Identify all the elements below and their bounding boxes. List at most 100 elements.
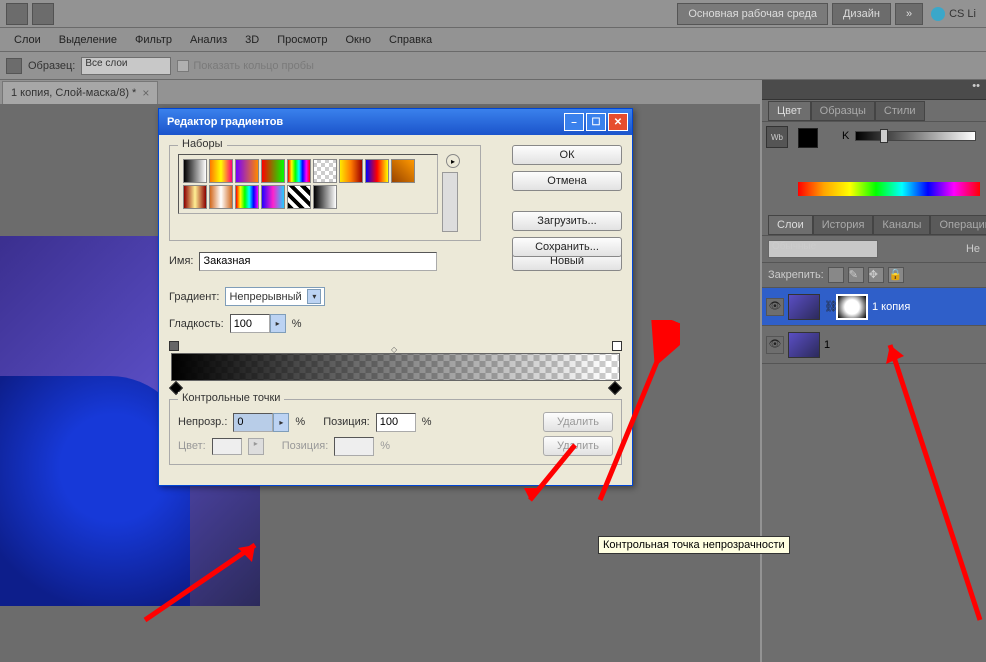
workspace-essentials-button[interactable]: Основная рабочая среда (677, 3, 828, 25)
blend-mode-select[interactable]: Обычные (768, 240, 878, 258)
save-button[interactable]: Сохранить... (512, 237, 622, 257)
lock-position-button[interactable]: ✎ (848, 267, 864, 283)
minimize-button[interactable]: – (564, 113, 584, 131)
opacity-field[interactable] (233, 413, 273, 432)
opacity-input[interactable]: ▸ (233, 413, 289, 432)
preset-swatch[interactable] (235, 185, 259, 209)
workspace-more-button[interactable]: » (895, 3, 923, 25)
eyedropper-icon (6, 58, 22, 74)
preset-swatch[interactable] (235, 159, 259, 183)
selection-tool-icon[interactable] (32, 3, 54, 25)
smoothness-label: Гладкость: (169, 318, 224, 330)
preset-swatch[interactable] (183, 159, 207, 183)
show-ring-checkbox[interactable]: Показать кольцо пробы (177, 60, 314, 72)
layer-row[interactable]: 👁 1 (762, 326, 986, 364)
visibility-toggle[interactable]: 👁 (766, 336, 784, 354)
preset-swatch[interactable] (391, 159, 415, 183)
preset-swatch[interactable] (287, 159, 311, 183)
cancel-button[interactable]: Отмена (512, 171, 622, 191)
pct-label: % (422, 416, 432, 428)
sample-select[interactable]: Все слои (81, 57, 171, 75)
tool-icon[interactable] (6, 3, 28, 25)
tab-history[interactable]: История (813, 215, 874, 235)
wb-collapsed-icon[interactable]: Wb (766, 126, 788, 148)
preset-swatch[interactable] (287, 185, 311, 209)
chevron-right-icon[interactable]: ▸ (273, 413, 289, 432)
tab-layers[interactable]: Слои (768, 215, 813, 235)
midpoint-icon[interactable]: ◇ (391, 345, 397, 354)
color-well (212, 438, 242, 455)
smoothness-field[interactable] (230, 314, 270, 333)
position2-label: Позиция: (282, 440, 329, 452)
menu-window[interactable]: Окно (337, 31, 379, 49)
presets-legend: Наборы (178, 138, 227, 150)
k-slider[interactable] (855, 131, 976, 141)
preset-swatch[interactable] (365, 159, 389, 183)
position-input[interactable] (376, 413, 416, 432)
tab-channels[interactable]: Каналы (873, 215, 930, 235)
menu-3d[interactable]: 3D (237, 31, 267, 49)
close-icon[interactable]: × (142, 86, 149, 100)
tab-color[interactable]: Цвет (768, 101, 811, 121)
layer-thumbnail[interactable] (788, 332, 820, 358)
lock-all-button[interactable]: 🔒 (888, 267, 904, 283)
tab-swatches[interactable]: Образцы (811, 101, 875, 121)
preset-swatch[interactable] (313, 159, 337, 183)
tab-actions[interactable]: Операции (930, 215, 986, 235)
layer-thumbnail[interactable] (788, 294, 820, 320)
slider-thumb-icon[interactable] (880, 129, 888, 143)
lock-move-button[interactable]: ✥ (868, 267, 884, 283)
visibility-toggle[interactable]: 👁 (766, 298, 784, 316)
layer-row[interactable]: 👁 ⛓ 1 копия (762, 288, 986, 326)
delete-opacity-stop-button[interactable]: Удалить (543, 412, 613, 432)
preset-menu-button[interactable]: ▸ (446, 154, 460, 168)
lock-pixels-button[interactable] (828, 267, 844, 283)
smoothness-input[interactable]: ▸ (230, 314, 286, 333)
chevron-right-icon[interactable]: ▸ (270, 314, 286, 333)
menu-view[interactable]: Просмотр (269, 31, 335, 49)
mask-thumbnail[interactable] (836, 294, 868, 320)
cs-live-icon (931, 7, 945, 21)
cs-live-button[interactable]: CS Li (927, 3, 980, 25)
menu-help[interactable]: Справка (381, 31, 440, 49)
menu-layers[interactable]: Слои (6, 31, 49, 49)
menu-analysis[interactable]: Анализ (182, 31, 235, 49)
gradient-editor-dialog: Редактор градиентов – ☐ ✕ ОК Отмена Загр… (158, 108, 633, 486)
preset-swatch[interactable] (339, 159, 363, 183)
gradient-strip[interactable]: ◇ (171, 353, 620, 381)
k-label: K (842, 130, 849, 142)
dialog-titlebar[interactable]: Редактор градиентов – ☐ ✕ (159, 109, 632, 135)
close-button[interactable]: ✕ (608, 113, 628, 131)
workspace-design-button[interactable]: Дизайн (832, 3, 891, 25)
preset-swatch[interactable] (183, 185, 207, 209)
panel-collapse-bar[interactable]: •• (762, 80, 986, 100)
preset-swatch[interactable] (209, 159, 233, 183)
preset-swatch[interactable] (209, 185, 233, 209)
menu-filter[interactable]: Фильтр (127, 31, 180, 49)
chevron-down-icon: ▾ (307, 289, 321, 304)
preset-swatch[interactable] (261, 159, 285, 183)
layer-name[interactable]: 1 (824, 339, 982, 351)
color-ramp[interactable] (798, 182, 980, 196)
preset-swatch[interactable] (313, 185, 337, 209)
menu-bar: Слои Выделение Фильтр Анализ 3D Просмотр… (0, 28, 986, 52)
gradient-name-input[interactable] (199, 252, 437, 271)
gradient-type-select[interactable]: Непрерывный ▾ (225, 287, 325, 306)
opacity-stop-left[interactable] (169, 341, 179, 351)
preset-scrollbar[interactable] (442, 172, 458, 232)
right-panel-dock: •• Цвет Образцы Стили Wb K Слои История … (762, 80, 986, 662)
maximize-button[interactable]: ☐ (586, 113, 606, 131)
opacity-stop-right[interactable] (612, 341, 622, 351)
tab-styles[interactable]: Стили (875, 101, 925, 121)
load-button[interactable]: Загрузить... (512, 211, 622, 231)
ok-button[interactable]: ОК (512, 145, 622, 165)
layers-panel: Обычные Не Закрепить: ✎ ✥ 🔒 👁 ⛓ 1 копия … (762, 236, 986, 364)
preset-swatch[interactable] (261, 185, 285, 209)
color-stop-right[interactable] (608, 381, 622, 395)
fg-bg-swatch[interactable] (798, 128, 828, 158)
foreground-swatch[interactable] (798, 128, 818, 148)
menu-select[interactable]: Выделение (51, 31, 125, 49)
lock-label: Закрепить: (768, 269, 824, 281)
document-tab[interactable]: 1 копия, Слой-маска/8) * × (2, 81, 158, 104)
layer-name[interactable]: 1 копия (872, 301, 982, 313)
